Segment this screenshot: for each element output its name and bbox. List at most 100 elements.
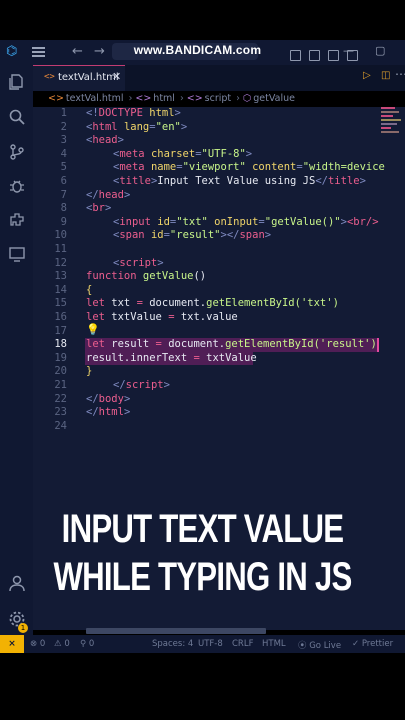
more-actions-icon[interactable]: ⋯	[395, 67, 405, 81]
line-number: 11	[54, 243, 67, 255]
caption-line: INPUT TEXT VALUE	[61, 507, 344, 551]
code-line: </body>	[86, 392, 131, 405]
go-live-button[interactable]: ⦿ Go Live	[298, 639, 341, 651]
recorder-watermark: www.BANDICAM.com	[133, 43, 262, 57]
warnings-count[interactable]: ⚠ 0	[54, 639, 70, 649]
code-line: <title>Input Text Value using JS</title>	[113, 175, 366, 187]
line-number: 16	[54, 311, 67, 323]
line-number: 23	[54, 406, 67, 419]
remote-indicator-icon[interactable]: ⨯	[0, 635, 24, 653]
code-line: <meta charset="UTF-8">	[113, 147, 253, 160]
line-number: 3	[60, 134, 67, 147]
explorer-icon[interactable]	[8, 73, 26, 91]
code-line: </html>	[86, 406, 131, 419]
breadcrumb-item[interactable]: <> html	[135, 93, 175, 104]
html-file-icon: <>	[44, 72, 55, 82]
code-line: <head>	[86, 134, 124, 147]
breadcrumb-item[interactable]: <> textVal.html	[48, 93, 124, 104]
breadcrumb-item[interactable]: <> script	[187, 93, 231, 104]
line-number: 7	[60, 188, 67, 201]
line-number: 22	[54, 392, 67, 405]
code-line: <input id="txt" onInput="getValue()"><br…	[113, 215, 379, 228]
line-number: 14	[54, 283, 67, 296]
code-line-selected: result.innerText = txtValue	[86, 351, 257, 364]
back-arrow-icon[interactable]: ←	[72, 44, 83, 59]
code-line: let txtValue = txt.value	[86, 311, 238, 323]
activity-bar	[0, 65, 33, 635]
function-icon: ⬡	[242, 93, 252, 104]
toggle-sidebar-icon[interactable]	[290, 50, 301, 61]
code-line: <span id="result"></span>	[113, 229, 272, 242]
minimize-icon[interactable]: —	[343, 44, 354, 57]
code-line: let txt = document.getElementById('txt')	[86, 297, 339, 310]
code-line: <meta name="viewport" content="width=dev…	[113, 161, 385, 174]
menu-icon[interactable]	[32, 47, 45, 57]
code-line: <!DOCTYPE html>	[86, 107, 181, 119]
code-line: <br>	[86, 202, 112, 215]
html-file-icon: <>	[48, 93, 64, 104]
line-number: 13	[54, 270, 67, 283]
tab-label: textVal.html	[58, 72, 119, 83]
line-number: 1	[60, 107, 67, 119]
maximize-icon[interactable]: ▢	[375, 44, 385, 57]
breadcrumb-item[interactable]: ⬡ getValue	[243, 93, 295, 104]
horizontal-scrollbar[interactable]	[86, 628, 266, 634]
line-number: 19	[54, 351, 67, 364]
code-line: </script>	[113, 379, 170, 391]
language-mode[interactable]: HTML	[262, 639, 286, 649]
split-editor-icon[interactable]: ◫	[381, 70, 390, 81]
extensions-icon[interactable]	[8, 211, 26, 229]
element-icon: <>	[135, 93, 152, 104]
line-number: 6	[60, 175, 67, 187]
line-number: 20	[54, 365, 67, 378]
tab-bar: <> textVal.html ✕ ▷ ◫ ⋯	[33, 65, 405, 91]
code-line: }	[86, 365, 93, 378]
video-caption: INPUT TEXT VALUE WHILE TYPING IN JS	[45, 505, 361, 601]
vscode-logo-icon: ⌬	[6, 44, 18, 59]
indentation[interactable]: Spaces: 4	[152, 639, 193, 649]
minimap[interactable]	[381, 107, 403, 141]
element-icon: <>	[186, 93, 203, 104]
line-number: 4	[60, 147, 67, 160]
ports-count[interactable]: ⚲ 0	[80, 639, 94, 649]
toggle-secondary-sidebar-icon[interactable]	[328, 50, 339, 61]
title-bar: ⌬ ← → www.BANDICAM.com — ▢	[0, 40, 405, 65]
line-number: 21	[54, 379, 67, 391]
run-debug-icon[interactable]	[8, 177, 26, 195]
lightbulb-icon[interactable]: 💡	[86, 323, 100, 336]
line-number: 12	[54, 256, 67, 269]
line-number: 8	[60, 202, 67, 215]
line-number: 15	[54, 297, 67, 310]
code-line: <script>	[113, 256, 164, 269]
line-ending[interactable]: CRLF	[232, 639, 253, 649]
code-line: <html lang="en">	[86, 120, 188, 133]
account-icon[interactable]	[8, 574, 26, 592]
close-tab-icon[interactable]: ✕	[112, 70, 121, 83]
encoding[interactable]: UTF-8	[198, 639, 223, 649]
chevron-right-icon: ›	[179, 93, 184, 104]
update-badge: 1	[18, 623, 28, 633]
run-icon[interactable]: ▷	[363, 70, 371, 81]
breadcrumb: <> textVal.html › <> html › <> script › ⬡ getValue	[48, 93, 297, 107]
code-line: {	[86, 283, 93, 296]
status-bar: ⨯ ⊗ 0 ⚠ 0 ⚲ 0 Spaces: 4 UTF-8 CRLF HTML …	[0, 635, 405, 653]
line-number: 24	[54, 419, 67, 432]
search-icon[interactable]	[8, 108, 26, 126]
line-number: 2	[60, 120, 67, 133]
code-line: function getValue()	[86, 270, 207, 283]
line-number-active: 18	[54, 338, 67, 351]
source-control-icon[interactable]	[8, 143, 26, 161]
vscode-window: ⌬ ← → www.BANDICAM.com — ▢ 1 <> textVal.…	[0, 0, 405, 720]
chevron-right-icon: ›	[128, 93, 133, 104]
forward-arrow-icon[interactable]: →	[94, 44, 105, 59]
remote-explorer-icon[interactable]	[8, 245, 26, 263]
chevron-right-icon: ›	[236, 93, 240, 104]
line-number: 17	[54, 324, 67, 337]
toggle-panel-icon[interactable]	[309, 50, 320, 61]
code-line-selected: let result = document.getElementById('re…	[86, 338, 377, 351]
code-line: </head>	[86, 188, 131, 201]
tab-textval-html[interactable]: <> textVal.html ✕	[33, 65, 125, 91]
prettier-status[interactable]: ✓ Prettier	[352, 639, 393, 649]
errors-count[interactable]: ⊗ 0	[30, 639, 45, 649]
caption-line: WHILE TYPING IN JS	[53, 555, 352, 599]
